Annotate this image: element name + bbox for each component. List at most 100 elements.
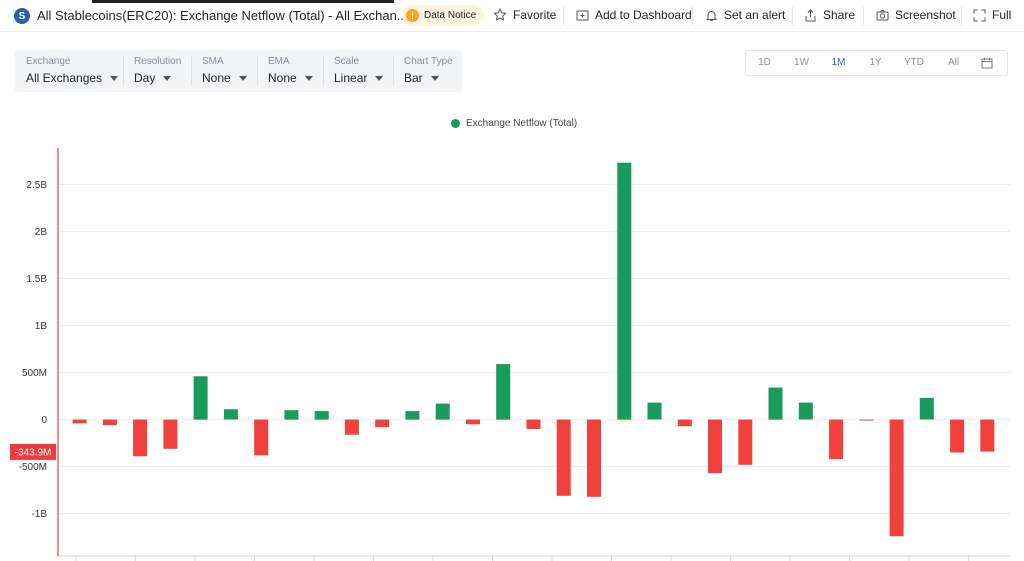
netflow-bar[interactable] xyxy=(496,364,511,420)
bell-icon xyxy=(705,10,718,21)
range-1w-button[interactable]: 1W xyxy=(783,51,820,75)
netflow-bar[interactable] xyxy=(647,402,662,420)
y-tick-label: 1.5B xyxy=(26,274,47,285)
netflow-bar[interactable] xyxy=(617,162,632,420)
screenshot-button[interactable]: Screenshot xyxy=(876,8,956,22)
add-to-dashboard-label: Add to Dashboard xyxy=(595,8,692,22)
range-all-button[interactable]: All xyxy=(934,51,973,75)
netflow-bar[interactable] xyxy=(375,419,390,428)
screenshot-label: Screenshot xyxy=(895,8,956,22)
caret-down-icon xyxy=(163,75,172,81)
y-tick-label: 2.5B xyxy=(26,180,47,191)
caret-down-icon xyxy=(238,75,247,81)
netflow-bar[interactable] xyxy=(314,411,329,420)
active-tab-underline xyxy=(92,0,394,3)
y-tick-label: -500M xyxy=(19,462,47,473)
y-tick-label: 1B xyxy=(35,321,48,332)
header-divider xyxy=(961,7,962,25)
netflow-bar[interactable] xyxy=(405,411,420,420)
chart-type-select-value: Bar xyxy=(404,71,423,85)
scale-select-label: Scale xyxy=(334,56,360,67)
netflow-bar[interactable] xyxy=(919,397,934,420)
netflow-bar[interactable] xyxy=(466,419,480,425)
netflow-bar[interactable] xyxy=(677,419,692,427)
netflow-bar[interactable] xyxy=(72,419,87,424)
legend-label: Exchange Netflow (Total) xyxy=(466,118,578,129)
caret-down-icon xyxy=(304,75,313,81)
add-to-dashboard-button[interactable]: Add to Dashboard xyxy=(576,8,692,22)
sma-select-label: SMA xyxy=(202,56,224,67)
netflow-bar[interactable] xyxy=(163,419,178,449)
netflow-bar[interactable] xyxy=(980,419,995,452)
netflow-bar[interactable] xyxy=(768,387,783,420)
current-value-label: -343.9M xyxy=(15,447,52,458)
range-ytd-button[interactable]: YTD xyxy=(894,51,934,75)
y-tick-label: 0 xyxy=(41,415,47,426)
netflow-bar[interactable] xyxy=(526,419,541,429)
netflow-bar[interactable] xyxy=(556,419,571,496)
header-divider xyxy=(863,7,864,25)
netflow-bar[interactable] xyxy=(133,419,148,457)
data-notice-button[interactable]: ! Data Notice xyxy=(402,5,485,26)
netflow-bar[interactable] xyxy=(344,419,359,435)
ema-select[interactable]: EMA None xyxy=(257,50,323,92)
netflow-bar[interactable] xyxy=(284,410,299,420)
favorite-button[interactable]: Favorite xyxy=(493,8,556,22)
header-divider xyxy=(692,7,693,25)
fullscreen-icon xyxy=(973,9,986,21)
netflow-bar[interactable] xyxy=(859,419,874,421)
y-tick-label: 500M xyxy=(22,368,47,379)
sma-select-value: None xyxy=(202,71,231,85)
netflow-bar[interactable] xyxy=(889,419,904,537)
exchange-select-label: Exchange xyxy=(26,56,71,67)
chart-type-select[interactable]: Chart Type Bar xyxy=(393,50,462,92)
scale-select[interactable]: Scale Linear xyxy=(323,50,393,92)
exchange-select-value: All Exchanges xyxy=(26,71,103,85)
netflow-bar[interactable] xyxy=(254,419,269,456)
share-icon xyxy=(805,8,816,21)
favorite-label: Favorite xyxy=(513,8,557,22)
time-range-selector: 1D 1W 1M 1Y YTD All xyxy=(745,50,1008,76)
share-label: Share xyxy=(823,8,856,22)
netflow-bar[interactable] xyxy=(708,419,722,474)
stablecoin-logo-icon: S xyxy=(14,8,30,24)
netflow-bar[interactable] xyxy=(738,419,753,465)
set-alert-label: Set an alert xyxy=(724,8,786,22)
calendar-button[interactable] xyxy=(973,51,1001,75)
netflow-bar[interactable] xyxy=(950,419,965,453)
fullscreen-button[interactable]: Full xyxy=(973,8,1011,22)
range-1m-button[interactable]: 1M xyxy=(820,51,857,75)
resolution-select-label: Resolution xyxy=(134,56,182,67)
scale-select-value: Linear xyxy=(334,71,368,85)
resolution-select[interactable]: Resolution Day xyxy=(123,50,191,92)
exchange-select[interactable]: Exchange All Exchanges xyxy=(15,50,123,92)
netflow-bar[interactable] xyxy=(102,419,117,426)
netflow-bar[interactable] xyxy=(798,402,813,420)
legend-marker xyxy=(451,119,460,128)
caret-down-icon xyxy=(375,75,384,81)
set-alert-button[interactable]: Set an alert xyxy=(705,8,785,22)
chart-controls: Exchange All Exchanges Resolution Day SM… xyxy=(15,50,462,92)
netflow-bar[interactable] xyxy=(223,409,238,420)
ema-select-label: EMA xyxy=(268,56,290,67)
y-tick-label: 2B xyxy=(35,227,48,238)
netflow-bar-chart[interactable]: 2.5B 2B 1.5B 1B 500M 0 -500M -1B -343.9M xyxy=(0,130,1024,561)
caret-down-icon xyxy=(430,75,439,81)
netflow-bar[interactable] xyxy=(587,419,601,497)
sma-select[interactable]: SMA None xyxy=(191,50,257,92)
data-notice-label: Data Notice xyxy=(424,10,477,21)
ema-select-value: None xyxy=(268,71,297,85)
star-icon xyxy=(493,8,507,21)
netflow-bar[interactable] xyxy=(193,376,208,420)
caret-down-icon xyxy=(110,75,119,81)
netflow-bar[interactable] xyxy=(435,403,450,420)
range-1d-button[interactable]: 1D xyxy=(746,51,783,75)
range-1y-button[interactable]: 1Y xyxy=(857,51,894,75)
chart-legend[interactable]: Exchange Netflow (Total) xyxy=(451,118,577,129)
netflow-bar[interactable] xyxy=(829,419,844,460)
calendar-icon xyxy=(981,57,993,69)
camera-icon xyxy=(876,9,889,20)
y-tick-label: -1B xyxy=(31,509,47,520)
share-button[interactable]: Share xyxy=(804,8,855,22)
dashboard-add-icon xyxy=(576,10,589,20)
